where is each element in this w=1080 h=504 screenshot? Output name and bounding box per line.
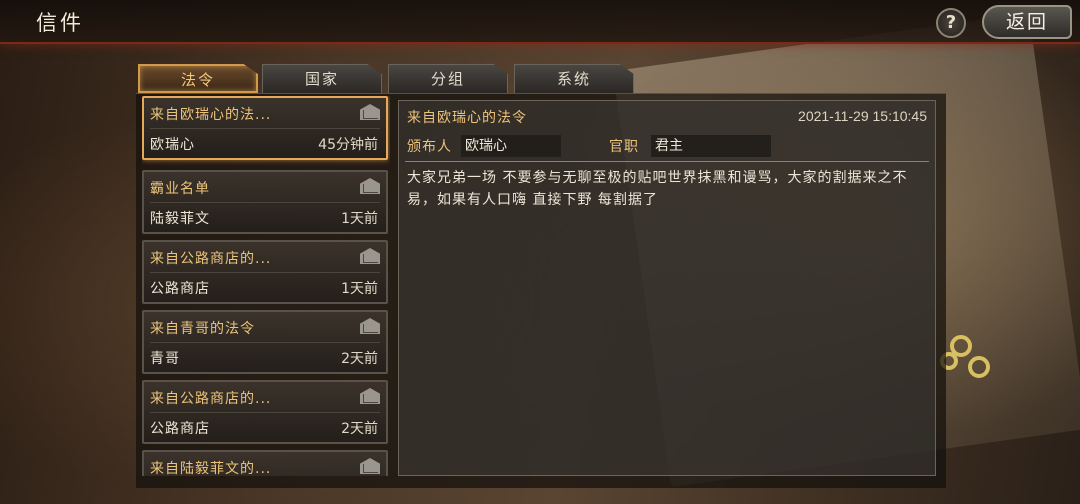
detail-date: 2021-11-29 15:10:45 [798,108,927,124]
tab-system[interactable]: 系统 [514,64,634,93]
divider [405,161,929,162]
help-button[interactable]: ? [936,8,966,38]
mail-item[interactable]: 来自公路商店的... 公路商店 1天前 [142,240,388,304]
mail-subject: 来自欧瑞心的法... [150,103,380,129]
mail-sender: 欧瑞心 [150,137,195,153]
mail-subject: 来自青哥的法令 [150,317,380,343]
mail-time: 45分钟前 [318,137,378,153]
page-title: 信件 [36,11,84,35]
mail-subject: 来自公路商店的... [150,247,380,273]
mail-subject: 来自陆毅菲文的... [150,457,380,476]
mail-subject: 来自公路商店的... [150,387,380,413]
back-button[interactable]: 返回 [982,5,1072,39]
detail-meta: 颁布人 欧瑞心 官职 君主 [405,135,929,157]
mail-list[interactable]: 来自欧瑞心的法... 欧瑞心 45分钟前 霸业名单 陆毅菲文 1天前 来自公路商… [142,96,390,476]
mail-sender: 公路商店 [150,281,210,297]
rank-label: 官职 [609,139,639,155]
mail-item[interactable]: 霸业名单 陆毅菲文 1天前 [142,170,388,234]
mail-time: 1天前 [341,281,378,297]
mail-time: 2天前 [341,421,378,437]
detail-body: 大家兄弟一场 不要参与无聊至极的贴吧世界抹黑和谩骂，大家的割据来之不易，如果有人… [407,170,908,208]
publisher-label: 颁布人 [407,139,452,155]
tab-country[interactable]: 国家 [262,64,382,93]
mail-item[interactable]: 来自公路商店的... 公路商店 2天前 [142,380,388,444]
mail-subject: 霸业名单 [150,177,380,203]
mail-detail: 来自欧瑞心的法令 2021-11-29 15:10:45 颁布人 欧瑞心 官职 … [398,100,936,476]
mail-item[interactable]: 来自欧瑞心的法... 欧瑞心 45分钟前 [142,96,388,160]
detail-title: 来自欧瑞心的法令 [407,110,527,126]
mail-item[interactable]: 来自陆毅菲文的... [142,450,388,476]
publisher-value: 欧瑞心 [461,135,561,157]
top-bar: 信件 ? 返回 [0,0,1080,44]
mail-time: 1天前 [341,211,378,227]
mail-sender: 公路商店 [150,421,210,437]
tab-edict[interactable]: 法令 [138,64,258,93]
mail-sender: 青哥 [150,351,180,367]
mail-sender: 陆毅菲文 [150,211,210,227]
tab-group[interactable]: 分组 [388,64,508,93]
mail-item[interactable]: 来自青哥的法令 青哥 2天前 [142,310,388,374]
mail-time: 2天前 [341,351,378,367]
background-coin [968,356,990,378]
rank-value: 君主 [651,135,771,157]
